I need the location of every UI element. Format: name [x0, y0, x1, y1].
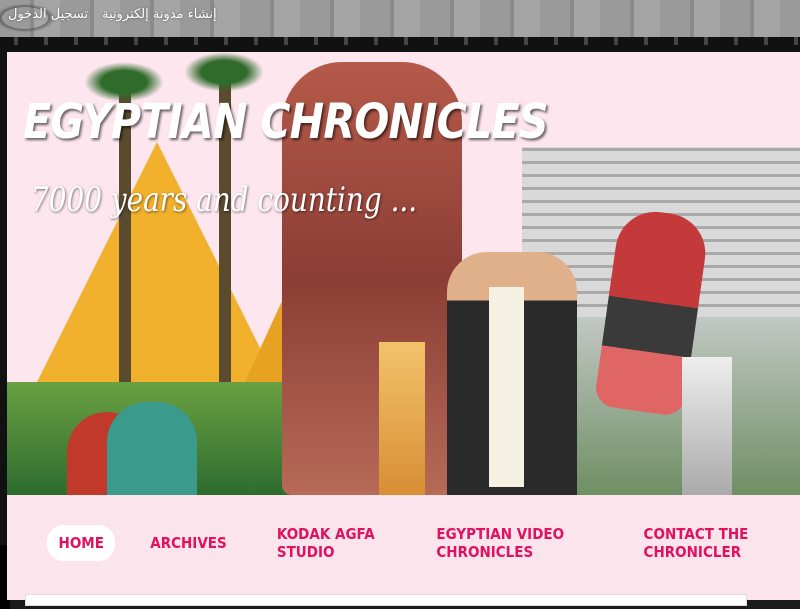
menu-item-egyptian-video-chronicles[interactable]: EGYPTIAN VIDEO CHRONICLES	[425, 516, 599, 570]
navbar-links: إنشاء مدونة إلكترونية تسجيل الدخول	[8, 7, 217, 22]
site-tagline: 7000 years and counting ...	[31, 180, 418, 220]
post-container-top	[25, 594, 747, 606]
menu-item-archives[interactable]: ARCHIVES	[139, 525, 239, 561]
main-menu: HOME ARCHIVES KODAK AGFA STUDIO EGYPTIAN…	[43, 516, 800, 570]
minaret-image	[379, 342, 425, 495]
menu-item-home[interactable]: HOME	[46, 525, 116, 561]
page-content: EGYPTIAN CHRONICLES 7000 years and count…	[7, 52, 800, 606]
menu-item-kodak-agfa-studio[interactable]: KODAK AGFA STUDIO	[266, 516, 395, 570]
site-title[interactable]: EGYPTIAN CHRONICLES	[23, 94, 549, 150]
scarf-detail	[489, 287, 524, 487]
sign-in-link[interactable]: تسجيل الدخول	[8, 7, 88, 22]
blogger-navbar: إنشاء مدونة إلكترونية تسجيل الدخول	[0, 0, 800, 45]
create-blog-link[interactable]: إنشاء مدونة إلكترونية	[102, 7, 216, 22]
menu-item-contact-the-chronicler[interactable]: CONTACT THE CHRONICLER	[632, 516, 791, 570]
monument-image	[682, 357, 732, 495]
farmer-man-figure	[107, 402, 197, 495]
header-banner[interactable]: EGYPTIAN CHRONICLES 7000 years and count…	[7, 52, 800, 495]
